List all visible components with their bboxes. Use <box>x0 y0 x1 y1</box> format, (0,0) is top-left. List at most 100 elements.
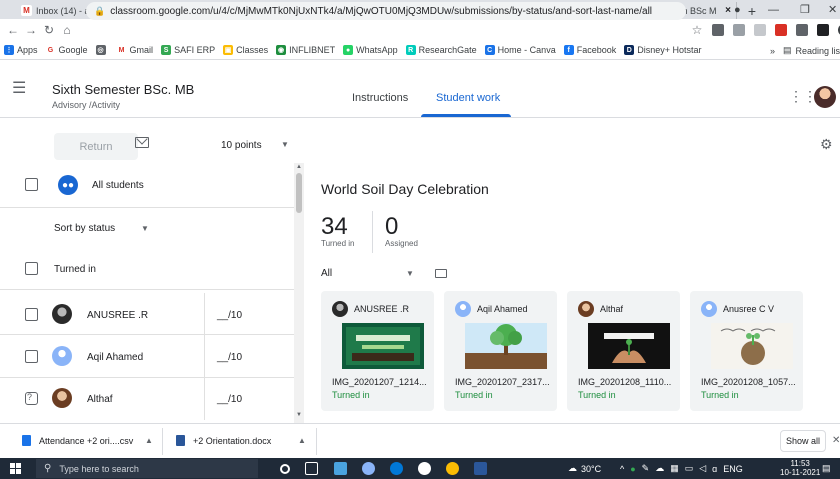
word-icon[interactable] <box>474 462 487 475</box>
grade-field[interactable]: __/10 <box>217 352 242 363</box>
status-filter-select[interactable]: All <box>321 268 332 279</box>
scrollbar-thumb[interactable] <box>296 173 302 213</box>
bookmark-item[interactable]: D Disney+ Hotstar <box>624 45 702 55</box>
student-checkbox[interactable] <box>25 350 38 363</box>
restore-icon[interactable]: ❐ <box>800 0 810 19</box>
cloud-icon[interactable]: ☁ <box>655 463 664 474</box>
close-tab-icon[interactable]: × <box>725 5 731 16</box>
weather-widget[interactable]: ☁ 30°C <box>568 458 601 479</box>
pen-icon[interactable]: ✎ <box>642 463 650 474</box>
bookmark-item[interactable]: M Gmail <box>116 45 153 55</box>
clock[interactable]: 11:53 10-11-2021 <box>780 459 820 477</box>
edge-icon[interactable] <box>362 462 375 475</box>
assigned-count[interactable]: 0 <box>385 213 398 241</box>
show-all-button[interactable]: Show all <box>780 430 826 452</box>
bookmarks-overflow-icon[interactable]: » <box>770 46 775 56</box>
select-turned-in-checkbox[interactable] <box>25 262 38 275</box>
bookmark-item[interactable]: G Google <box>45 45 88 55</box>
edge-new-icon[interactable] <box>390 462 403 475</box>
taskbar-search[interactable]: ⚲ Type here to search <box>36 459 258 478</box>
tab-instructions[interactable]: Instructions <box>352 92 408 104</box>
settings-gear-icon[interactable]: ⚙ <box>820 136 833 153</box>
notification-icon[interactable]: ▤ <box>822 458 831 479</box>
forward-icon[interactable]: → <box>22 23 40 37</box>
submission-card[interactable]: Althaf IMG_20201208_1110... Turned in <box>567 291 680 411</box>
reading-list[interactable]: » ▤ Reading lis <box>770 41 840 60</box>
email-icon[interactable] <box>135 137 149 148</box>
download-item[interactable]: +2 Orientation.docx <box>176 435 271 446</box>
close-downloads-icon[interactable]: ✕ <box>832 435 840 446</box>
submission-card[interactable]: Anusree C V IMG_20201208_1057... Turned … <box>690 291 803 411</box>
submission-thumbnail[interactable] <box>465 323 547 369</box>
language-input-icon[interactable]: ɑ <box>712 464 717 474</box>
submission-card[interactable]: Aqil Ahamed IMG_20201207_2317... Turned … <box>444 291 557 411</box>
cortana-icon[interactable] <box>280 464 290 474</box>
scroll-up-icon[interactable]: ▲ <box>296 164 302 170</box>
student-checkbox[interactable] <box>25 308 38 321</box>
bookmark-item[interactable]: R ResearchGate <box>405 45 477 55</box>
bookmark-star-icon[interactable]: ☆ <box>690 23 704 37</box>
volume-icon[interactable]: ◁ <box>699 463 706 474</box>
bookmark-item[interactable]: ◉ INFLIBNET <box>276 45 335 55</box>
select-all-checkbox[interactable] <box>25 178 38 191</box>
tray-app-icon[interactable]: ● <box>630 464 635 474</box>
bookmark-item[interactable]: ● WhatsApp <box>343 45 398 55</box>
bookmark-item[interactable]: ⋮ Apps <box>4 45 38 55</box>
bookmark-item[interactable]: ◎ <box>95 45 109 55</box>
extension-icon[interactable] <box>733 24 745 36</box>
students-scrollbar[interactable]: ▲ ▼ <box>294 163 304 423</box>
system-tray-icons[interactable]: ^ ● ✎ ☁ ▦ ▭ ◁ ɑ ENG <box>620 458 743 479</box>
grade-field[interactable]: __/10 <box>217 310 242 321</box>
language-label[interactable]: ENG <box>723 464 743 474</box>
submission-thumbnail[interactable] <box>588 323 670 369</box>
grade-field[interactable]: __/10 <box>217 394 242 405</box>
class-name[interactable]: Sixth Semester BSc. MB <box>52 82 194 97</box>
sort-select[interactable]: Sort by status <box>54 223 115 234</box>
download-chevron-up-icon[interactable]: ▲ <box>298 436 306 445</box>
download-item[interactable]: Attendance +2 ori....csv <box>22 435 133 446</box>
minimize-icon[interactable]: — <box>768 0 779 19</box>
tab-student-work[interactable]: Student work <box>436 92 500 104</box>
extension-icon[interactable] <box>796 24 808 36</box>
turned-in-count[interactable]: 34 <box>321 213 348 241</box>
reload-icon[interactable]: ↻ <box>40 23 58 37</box>
sort-dropdown-arrow-icon[interactable]: ▼ <box>141 224 149 233</box>
profile-icon[interactable]: ● <box>734 0 741 19</box>
download-chevron-up-icon[interactable]: ▲ <box>145 436 153 445</box>
submission-thumbnail[interactable] <box>342 323 424 369</box>
extension-icon[interactable] <box>712 24 724 36</box>
bookmark-item[interactable]: C Home - Canva <box>484 45 556 55</box>
account-avatar[interactable] <box>814 86 836 108</box>
student-name[interactable]: Aqil Ahamed <box>87 352 143 363</box>
main-menu-icon[interactable]: ☰ <box>12 78 26 98</box>
bookmark-item[interactable]: f Facebook <box>563 45 616 55</box>
task-view-icon[interactable] <box>305 462 318 475</box>
battery-icon[interactable]: ▭ <box>685 463 694 474</box>
chrome-icon[interactable] <box>446 462 459 475</box>
points-select[interactable]: 10 points <box>221 140 262 151</box>
extension-icon[interactable] <box>754 24 766 36</box>
home-icon[interactable]: ⌂ <box>58 23 76 37</box>
dropdown-arrow-icon[interactable]: ▼ <box>281 140 289 149</box>
submission-thumbnail[interactable] <box>711 323 793 369</box>
student-name[interactable]: Althaf <box>87 394 113 405</box>
address-bar[interactable]: 🔒 classroom.google.com/u/4/c/MjMwMTk0NjU… <box>86 2 686 20</box>
extension-icon[interactable] <box>775 24 787 36</box>
back-icon[interactable]: ← <box>4 23 22 37</box>
new-tab-button[interactable]: + <box>743 2 761 19</box>
folder-icon[interactable] <box>435 269 447 278</box>
network-icon[interactable]: ▦ <box>670 463 679 474</box>
file-explorer-icon[interactable] <box>334 462 347 475</box>
chevron-up-icon[interactable]: ^ <box>620 464 624 474</box>
all-students-label[interactable]: All students <box>92 180 144 191</box>
bookmark-item[interactable]: ▣ Classes <box>223 45 268 55</box>
close-window-icon[interactable]: ✕ <box>828 0 837 19</box>
student-name[interactable]: ANUSREE .R <box>87 310 148 321</box>
windows-start-icon[interactable] <box>10 463 22 474</box>
return-button[interactable]: Return <box>54 133 138 160</box>
app-icon[interactable] <box>418 462 431 475</box>
submission-card[interactable]: ANUSREE .R IMG_20201207_1214... Turned i… <box>321 291 434 411</box>
extensions-puzzle-icon[interactable] <box>817 24 829 36</box>
bookmark-item[interactable]: S SAFI ERP <box>161 45 215 55</box>
scroll-down-icon[interactable]: ▼ <box>296 412 302 418</box>
